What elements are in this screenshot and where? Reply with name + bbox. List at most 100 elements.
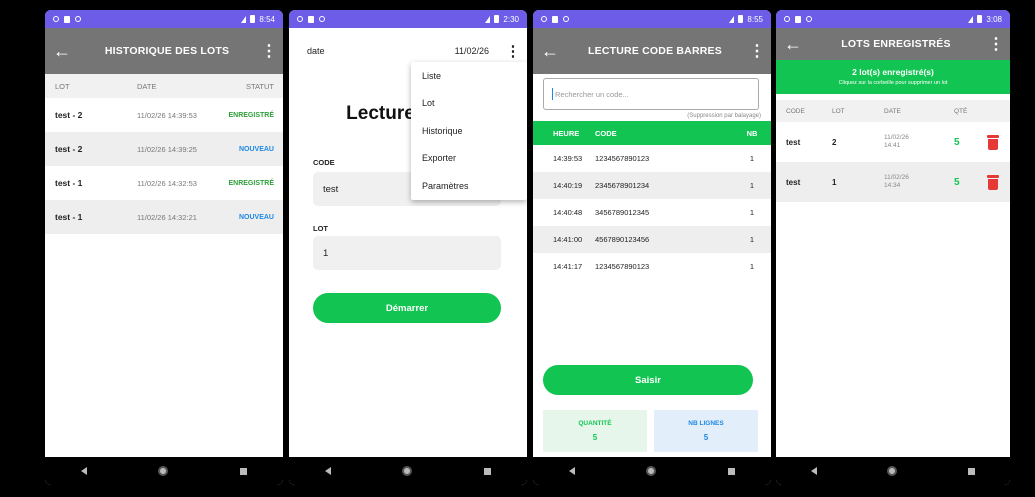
status-bar: 8:55 (533, 10, 771, 28)
app-bar: ← HISTORIQUE DES LOTS ⋮ (45, 28, 283, 74)
row-code: test (786, 137, 801, 147)
row-date-day: 11/02/26 (884, 174, 909, 181)
table-row[interactable]: test - 1 11/02/26 14:32:21 NOUVEAU (45, 200, 283, 234)
nav-recent-icon[interactable] (967, 467, 975, 475)
row-date-time: 14:34 (884, 182, 901, 189)
status-time: 8:54 (259, 14, 275, 24)
header-heure: HEURE (553, 128, 580, 138)
battery-icon (494, 15, 500, 23)
back-arrow-icon[interactable]: ← (45, 41, 79, 62)
row-lot: 2 (832, 137, 837, 147)
menu-item-historique[interactable]: Historique (411, 117, 527, 145)
gear-icon (541, 16, 547, 22)
status-badge: NOUVEAU (238, 213, 274, 221)
header-code: CODE (595, 128, 617, 138)
nav-back-icon[interactable] (811, 467, 818, 475)
page-title: HISTORIQUE DES LOTS (104, 45, 230, 57)
trash-icon (987, 134, 999, 150)
line-count-label: NB LIGNES (688, 420, 724, 427)
header-code: CODE (786, 107, 805, 115)
row-nb: 1 (749, 181, 755, 190)
more-vert-icon[interactable]: ⋮ (499, 42, 527, 60)
menu-item-exporter[interactable]: Exporter (411, 145, 527, 173)
phone-historique: 8:54 ← HISTORIQUE DES LOTS ⋮ LOT DATE ST… (45, 10, 283, 485)
battery-icon (977, 15, 983, 23)
code-label: CODE (313, 158, 335, 167)
table-row[interactable]: 14:39:53 1234567890123 1 (533, 145, 771, 172)
row-code: test (786, 177, 801, 187)
wifi-icon (968, 15, 974, 23)
header-nb: NB (746, 128, 758, 138)
nav-home-icon[interactable] (158, 466, 169, 476)
trash-icon (987, 174, 999, 190)
table-row[interactable]: 14:41:00 4567890123456 1 (533, 226, 771, 253)
back-arrow-icon[interactable]: ← (776, 34, 810, 55)
row-date: 11/02/26 14:41 (884, 134, 954, 150)
row-date-time: 14:41 (884, 142, 901, 149)
row-lot: test - 2 (55, 110, 83, 120)
row-code: 1234567890123 (595, 154, 650, 163)
sim-icon (795, 15, 801, 23)
phone-lecture: 2:30 date 11/02/26 ⋮ Lecture barr CODE t… (289, 10, 527, 485)
status-time: 2:30 (503, 14, 519, 24)
app-bar: ← LOTS ENREGISTRÉS ⋮ (776, 28, 1010, 60)
wifi-icon (241, 15, 247, 23)
nav-home-icon[interactable] (887, 466, 898, 476)
table-row[interactable]: test - 1 11/02/26 14:32:53 ENREGISTRÉ (45, 166, 283, 200)
row-heure: 14:40:48 (553, 208, 583, 217)
table-header: LOT DATE STATUT (45, 74, 283, 98)
start-button[interactable]: Démarrer (313, 293, 501, 323)
submit-button[interactable]: Saisir (543, 365, 753, 395)
more-vert-icon[interactable]: ⋮ (743, 41, 771, 61)
page-title: LECTURE CODE BARRES (588, 45, 722, 57)
table-row[interactable]: test 1 11/02/26 14:34 5 (776, 162, 1010, 202)
sim-icon (552, 15, 558, 23)
nav-home-icon[interactable] (402, 466, 413, 476)
delete-button[interactable] (980, 134, 1006, 150)
status-time: 8:55 (747, 14, 763, 24)
table-header: CODE LOT DATE QTÉ (776, 100, 1010, 122)
table-row[interactable]: 14:40:19 2345678901234 1 (533, 172, 771, 199)
summary-banner: 2 lot(s) enregistré(s) Cliquez sur la co… (776, 60, 1010, 94)
nav-back-icon[interactable] (80, 467, 87, 475)
gear-icon (53, 16, 59, 22)
row-nb: 1 (749, 208, 755, 217)
row-date: 11/02/26 14:39:53 (137, 110, 197, 120)
menu-item-liste[interactable]: Liste (411, 62, 527, 90)
status-bar: 3:08 (776, 10, 1010, 28)
header-statut: STATUT (245, 81, 274, 91)
row-date: 11/02/26 14:32:21 (137, 212, 197, 222)
row-heure: 14:41:17 (553, 262, 583, 271)
table-header: HEURE CODE NB (533, 121, 771, 145)
nav-recent-icon[interactable] (728, 467, 736, 475)
more-vert-icon[interactable]: ⋮ (982, 34, 1010, 54)
more-vert-icon[interactable]: ⋮ (255, 41, 283, 61)
search-input[interactable]: Rechercher un code... (543, 78, 759, 110)
table-row[interactable]: 14:41:17 1234567890123 1 (533, 253, 771, 280)
row-date-day: 11/02/26 (884, 134, 909, 141)
lot-field[interactable]: 1 (313, 236, 501, 270)
header-lot: LOT (832, 107, 845, 115)
nav-recent-icon[interactable] (240, 467, 248, 475)
status-badge: ENREGISTRÉ (228, 111, 274, 119)
delete-button[interactable] (980, 174, 1006, 190)
row-qte: 5 (954, 136, 960, 148)
table-row[interactable]: test - 2 11/02/26 14:39:25 NOUVEAU (45, 132, 283, 166)
row-qte: 5 (954, 176, 960, 188)
menu-item-lot[interactable]: Lot (411, 90, 527, 118)
menu-item-parametres[interactable]: Paramètres (411, 172, 527, 200)
table-row[interactable]: test - 2 11/02/26 14:39:53 ENREGISTRÉ (45, 98, 283, 132)
table-row[interactable]: test 2 11/02/26 14:41 5 (776, 122, 1010, 162)
gear-icon (297, 16, 303, 22)
nav-home-icon[interactable] (646, 466, 657, 476)
row-code: 3456789012345 (595, 208, 650, 217)
table-row[interactable]: 14:40:48 3456789012345 1 (533, 199, 771, 226)
overflow-menu: Liste Lot Historique Exporter Paramètres (411, 62, 527, 200)
nav-back-icon[interactable] (568, 467, 575, 475)
row-nb: 1 (749, 262, 755, 271)
back-arrow-icon[interactable]: ← (533, 41, 567, 62)
nav-recent-icon[interactable] (484, 467, 492, 475)
phone-lecture-code: 8:55 ← LECTURE CODE BARRES ⋮ Rechercher … (533, 10, 771, 485)
nav-back-icon[interactable] (324, 467, 331, 475)
wifi-icon (485, 15, 491, 23)
